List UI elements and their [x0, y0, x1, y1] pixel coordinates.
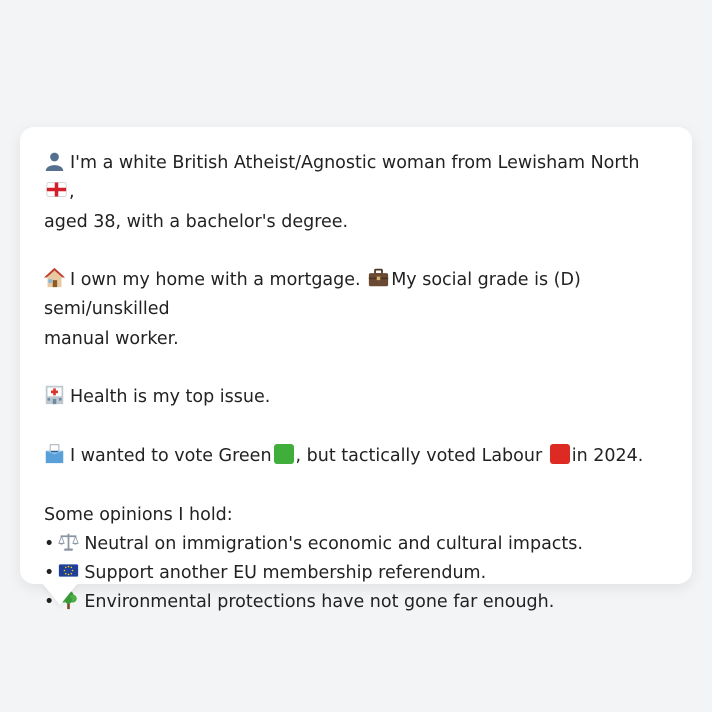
ballot-box-icon [45, 444, 64, 464]
housing-paragraph: I own my home with a mortgage. My social… [44, 266, 668, 354]
bubble-tail [42, 583, 78, 605]
health-line: Health is my top issue. [44, 383, 668, 412]
grade-text-2: manual worker. [44, 328, 179, 349]
health-text: Health is my top issue. [70, 387, 271, 408]
vote-line: I wanted to vote Green , but tactically v… [44, 442, 668, 471]
england-flag-icon [46, 182, 67, 198]
hospital-icon [45, 386, 64, 405]
opinions-header: Some opinions I hold: [44, 504, 233, 525]
vote-text-1: I wanted to vote Green [70, 445, 272, 466]
persona-message-bubble: I'm a white British Atheist/Agnostic wom… [20, 127, 692, 612]
bullet: • [44, 533, 55, 554]
list-item: • Neutral on immigration's economic and … [44, 530, 668, 559]
vote-text-3: in 2024. [571, 445, 644, 466]
green-party-square [273, 443, 294, 464]
vote-paragraph: I wanted to vote Green , but tactically v… [44, 442, 668, 471]
housing-line-1: I own my home with a mortgage. My social… [44, 266, 668, 325]
list-item: • Support another EU membership referend… [44, 559, 668, 588]
intro-line-1: I'm a white British Atheist/Agnostic wom… [44, 149, 668, 208]
eu-flag-icon [59, 564, 79, 577]
labour-party-square [549, 443, 570, 464]
opinions-section: Some opinions I hold: • Neutral on immig… [44, 501, 668, 618]
bullet: • [44, 563, 55, 584]
list-item: • Environmental protections have not gon… [44, 588, 668, 617]
opinion-text: Support another EU membership referendum… [84, 563, 487, 584]
balance-scale-icon [58, 533, 80, 551]
person-silhouette-icon [45, 152, 64, 171]
intro-text-1-end: , [69, 182, 75, 203]
intro-paragraph: I'm a white British Atheist/Agnostic wom… [44, 149, 668, 237]
intro-text-1: I'm a white British Atheist/Agnostic wom… [70, 153, 640, 173]
vote-text-2: , but tactically voted Labour [295, 445, 543, 466]
opinion-text: Environmental protections have not gone … [84, 592, 555, 613]
home-text: I own my home with a mortgage. [70, 270, 361, 291]
house-icon [44, 268, 65, 288]
health-paragraph: Health is my top issue. [44, 383, 668, 412]
opinion-text: Neutral on immigration's economic and cu… [84, 533, 583, 554]
briefcase-icon [369, 268, 389, 287]
intro-line-2: aged 38, with a bachelor's degree. [44, 211, 349, 232]
